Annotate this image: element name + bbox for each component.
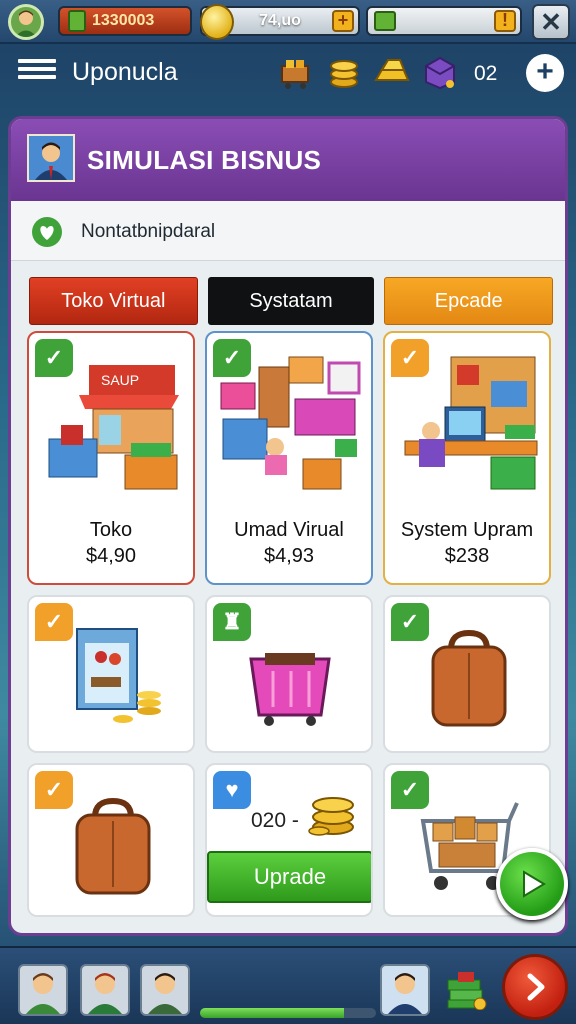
add-button[interactable]: + <box>526 54 564 92</box>
resource-bar: 1330003 74,uo + ! ✕ <box>0 0 576 44</box>
tab-epcade[interactable]: Epcade <box>384 277 554 325</box>
heart-shield-icon <box>32 217 62 247</box>
business-card-umad-virual[interactable]: ✓ Umad Virual $4,93 <box>205 331 373 585</box>
card-price: $4,93 <box>263 545 315 567</box>
header: Uponucla 02 + <box>0 46 576 104</box>
item-card[interactable]: ✓ <box>27 763 195 917</box>
lightbulb-icon <box>200 4 234 40</box>
character-avatar[interactable] <box>140 964 190 1016</box>
add-energy-button[interactable]: ! <box>494 10 516 32</box>
header-title: Uponucla <box>72 58 178 86</box>
item-card[interactable]: ✓ <box>27 595 195 753</box>
card-name: System Upram <box>400 519 534 541</box>
svg-text:SAUP: SAUP <box>101 372 139 388</box>
bottom-bar <box>0 946 576 1024</box>
character-avatar[interactable] <box>80 964 130 1016</box>
businessman-avatar <box>27 134 75 182</box>
business-card-toko[interactable]: ✓ SAUP Toko $4,90 <box>27 331 195 585</box>
next-button[interactable] <box>502 954 568 1020</box>
panel-title: SIMULASI BISNUS <box>87 145 322 175</box>
menu-icon[interactable] <box>18 59 56 89</box>
chevron-right-icon <box>527 973 545 1001</box>
check-badge-icon: ✓ <box>35 339 73 377</box>
tab-systatam[interactable]: Systatam <box>207 277 375 325</box>
money-counter[interactable]: 1330003 <box>58 6 192 36</box>
cart-icon[interactable] <box>276 52 316 92</box>
heart-badge-icon: ♥ <box>213 771 251 809</box>
progress-fill <box>200 1008 345 1018</box>
cash-stack-icon[interactable] <box>444 970 488 1010</box>
energy-icon <box>374 11 396 31</box>
gold-bars-icon[interactable] <box>372 52 412 92</box>
character-avatar[interactable] <box>18 964 68 1016</box>
gems-value: 74,uo <box>259 12 301 29</box>
player-avatar[interactable] <box>8 4 44 40</box>
header-shortcuts <box>276 52 460 92</box>
coins-icon <box>308 797 354 836</box>
panel-header: SIMULASI BISNUS <box>11 119 565 201</box>
check-badge-icon: ✓ <box>391 603 429 641</box>
item-card[interactable]: ✓ <box>383 595 551 753</box>
check-badge-icon: ✓ <box>35 771 73 809</box>
add-gems-button[interactable]: + <box>332 10 354 32</box>
card-name: Toko <box>89 519 133 541</box>
close-button[interactable]: ✕ <box>532 4 570 40</box>
energy-counter[interactable]: ! <box>366 6 522 36</box>
card-price: $4,90 <box>85 545 137 567</box>
gems-counter[interactable]: 74,uo + <box>200 4 360 40</box>
tab-toko-virtual[interactable]: Toko Virtual <box>29 277 198 325</box>
businessman-avatar[interactable] <box>380 964 430 1016</box>
header-count: 02 <box>474 62 498 85</box>
upgrade-button[interactable]: Uprade <box>207 851 371 903</box>
lock-badge-icon: ♜ <box>213 603 251 641</box>
check-badge-icon: ✓ <box>391 339 429 377</box>
card-price: $238 <box>444 545 490 567</box>
business-card-system-upram[interactable]: ✓ System Upram $238 <box>383 331 551 585</box>
play-button[interactable] <box>496 848 568 920</box>
check-badge-icon: ✓ <box>35 603 73 641</box>
check-badge-icon: ✓ <box>213 339 251 377</box>
cash-icon <box>68 10 86 32</box>
money-value: 1330003 <box>92 12 155 29</box>
panel-subbar: Nontatbnipdaral <box>11 201 565 261</box>
upgrade-amount: 020 - <box>251 809 299 832</box>
progress-bar <box>200 1008 376 1018</box>
panel-subtitle: Nontatbnipdaral <box>81 221 216 242</box>
upgrade-card: ♥ 020 - Uprade <box>205 763 373 917</box>
business-panel: SIMULASI BISNUS Nontatbnipdaral Toko Vir… <box>8 116 568 936</box>
item-card[interactable]: ♜ <box>205 595 373 753</box>
business-grid: ✓ SAUP Toko $4,90 ✓ Umad Virual $4,93 ✓ … <box>27 331 555 917</box>
check-badge-icon: ✓ <box>391 771 429 809</box>
play-icon <box>523 870 546 898</box>
coin-stack-icon[interactable] <box>324 52 364 92</box>
purple-box-icon[interactable] <box>420 52 460 92</box>
category-tabs: Toko Virtual Systatam Epcade <box>29 277 554 325</box>
card-name: Umad Virual <box>234 519 344 541</box>
